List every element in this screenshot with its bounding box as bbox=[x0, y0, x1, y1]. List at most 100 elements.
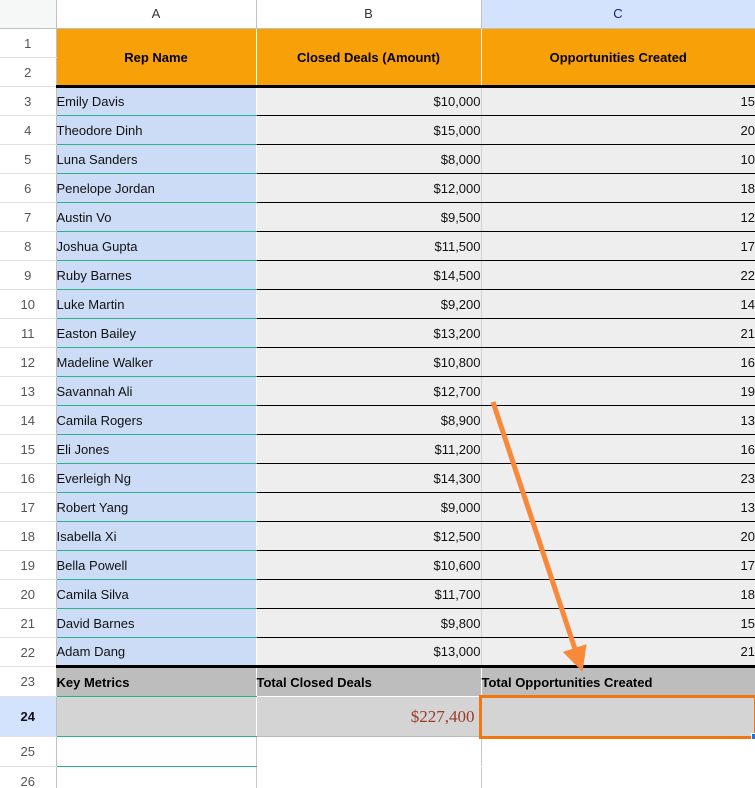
row-header-10[interactable]: 10 bbox=[0, 289, 57, 319]
header-cell-closed-deals[interactable]: Closed Deals (Amount) bbox=[256, 28, 482, 88]
cell-rep-name[interactable]: Ruby Barnes bbox=[56, 260, 257, 290]
cell-rep-name[interactable]: Isabella Xi bbox=[56, 521, 257, 551]
cell-rep-name[interactable]: Camila Silva bbox=[56, 579, 257, 609]
cell-opportunities[interactable]: 10 bbox=[481, 144, 755, 174]
cell-opportunities[interactable]: 22 bbox=[481, 260, 755, 290]
cell-closed-deals[interactable]: $13,200 bbox=[256, 318, 482, 348]
cell-rep-name[interactable]: Emily Davis bbox=[56, 86, 257, 116]
row-header-18[interactable]: 18 bbox=[0, 521, 57, 551]
cell-closed-deals[interactable]: $11,500 bbox=[256, 231, 482, 261]
row-header-2[interactable]: 2 bbox=[0, 57, 57, 87]
cell-opportunities[interactable]: 13 bbox=[481, 405, 755, 435]
row-header-6[interactable]: 6 bbox=[0, 173, 57, 203]
cell-rep-name[interactable]: Austin Vo bbox=[56, 202, 257, 232]
cell-closed-deals[interactable]: $11,700 bbox=[256, 579, 482, 609]
cell-total-opportunities-value[interactable] bbox=[481, 696, 755, 737]
cell-opportunities[interactable]: 19 bbox=[481, 376, 755, 406]
row-header-26[interactable]: 26 bbox=[0, 766, 57, 788]
cell-total-closed-deals-value[interactable]: $227,400 bbox=[256, 696, 482, 737]
row-header-11[interactable]: 11 bbox=[0, 318, 57, 348]
cell-opportunities[interactable]: 13 bbox=[481, 492, 755, 522]
header-cell-opportunities-created[interactable]: Opportunities Created bbox=[481, 28, 755, 88]
cell-closed-deals[interactable]: $8,900 bbox=[256, 405, 482, 435]
cell-rep-name[interactable]: Joshua Gupta bbox=[56, 231, 257, 261]
cell-rep-name[interactable]: Eli Jones bbox=[56, 434, 257, 464]
row-header-13[interactable]: 13 bbox=[0, 376, 57, 406]
cell-closed-deals[interactable]: $13,000 bbox=[256, 637, 482, 667]
cell-key-metrics-label[interactable]: Key Metrics bbox=[56, 665, 257, 697]
cell-closed-deals[interactable]: $9,800 bbox=[256, 608, 482, 638]
row-header-4[interactable]: 4 bbox=[0, 115, 57, 145]
cell-opportunities[interactable]: 21 bbox=[481, 318, 755, 348]
select-all-corner[interactable] bbox=[0, 0, 57, 29]
cell-rep-name[interactable]: Penelope Jordan bbox=[56, 173, 257, 203]
row-header-9[interactable]: 9 bbox=[0, 260, 57, 290]
cell-opportunities[interactable]: 17 bbox=[481, 550, 755, 580]
row-header-22[interactable]: 22 bbox=[0, 637, 57, 667]
cell-rep-name[interactable]: Savannah Ali bbox=[56, 376, 257, 406]
row-header-5[interactable]: 5 bbox=[0, 144, 57, 174]
blank-cell-a[interactable] bbox=[56, 736, 257, 767]
row-header-25[interactable]: 25 bbox=[0, 736, 57, 767]
blank-cell-b[interactable] bbox=[256, 736, 482, 767]
row-header-3[interactable]: 3 bbox=[0, 86, 57, 116]
row-header-16[interactable]: 16 bbox=[0, 463, 57, 493]
row-header-24[interactable]: 24 bbox=[0, 696, 57, 737]
cell-closed-deals[interactable]: $14,500 bbox=[256, 260, 482, 290]
cell-total-closed-deals-label[interactable]: Total Closed Deals bbox=[256, 665, 482, 697]
cell-closed-deals[interactable]: $15,000 bbox=[256, 115, 482, 145]
cell-opportunities[interactable]: 18 bbox=[481, 173, 755, 203]
cell-closed-deals[interactable]: $12,000 bbox=[256, 173, 482, 203]
cell-closed-deals[interactable]: $10,800 bbox=[256, 347, 482, 377]
cell-opportunities[interactable]: 20 bbox=[481, 115, 755, 145]
cell-opportunities[interactable]: 16 bbox=[481, 347, 755, 377]
blank-cell-b[interactable] bbox=[256, 766, 482, 788]
cell-rep-name[interactable]: Madeline Walker bbox=[56, 347, 257, 377]
blank-cell-c[interactable] bbox=[481, 736, 755, 767]
row-header-20[interactable]: 20 bbox=[0, 579, 57, 609]
cell-opportunities[interactable]: 21 bbox=[481, 637, 755, 667]
cell-opportunities[interactable]: 14 bbox=[481, 289, 755, 319]
row-header-14[interactable]: 14 bbox=[0, 405, 57, 435]
cell-rep-name[interactable]: Luke Martin bbox=[56, 289, 257, 319]
row-header-19[interactable]: 19 bbox=[0, 550, 57, 580]
cell-rep-name[interactable]: Luna Sanders bbox=[56, 144, 257, 174]
cell-totals-blank[interactable] bbox=[56, 696, 257, 737]
cell-rep-name[interactable]: Theodore Dinh bbox=[56, 115, 257, 145]
cell-closed-deals[interactable]: $11,200 bbox=[256, 434, 482, 464]
blank-cell-a[interactable] bbox=[56, 766, 257, 788]
row-header-1[interactable]: 1 bbox=[0, 28, 57, 58]
cell-rep-name[interactable]: Adam Dang bbox=[56, 637, 257, 667]
cell-closed-deals[interactable]: $10,000 bbox=[256, 86, 482, 116]
row-header-17[interactable]: 17 bbox=[0, 492, 57, 522]
cell-closed-deals[interactable]: $10,600 bbox=[256, 550, 482, 580]
cell-rep-name[interactable]: Camila Rogers bbox=[56, 405, 257, 435]
cell-closed-deals[interactable]: $12,700 bbox=[256, 376, 482, 406]
cell-opportunities[interactable]: 17 bbox=[481, 231, 755, 261]
column-header-c[interactable]: C bbox=[481, 0, 755, 29]
cell-closed-deals[interactable]: $9,500 bbox=[256, 202, 482, 232]
row-header-23[interactable]: 23 bbox=[0, 666, 57, 697]
cell-opportunities[interactable]: 15 bbox=[481, 608, 755, 638]
cell-rep-name[interactable]: Easton Bailey bbox=[56, 318, 257, 348]
cell-rep-name[interactable]: Bella Powell bbox=[56, 550, 257, 580]
cell-total-opportunities-label[interactable]: Total Opportunities Created bbox=[481, 665, 755, 697]
row-header-21[interactable]: 21 bbox=[0, 608, 57, 638]
cell-closed-deals[interactable]: $12,500 bbox=[256, 521, 482, 551]
cell-rep-name[interactable]: Robert Yang bbox=[56, 492, 257, 522]
blank-cell-c[interactable] bbox=[481, 766, 755, 788]
cell-opportunities[interactable]: 23 bbox=[481, 463, 755, 493]
row-header-15[interactable]: 15 bbox=[0, 434, 57, 464]
column-header-b[interactable]: B bbox=[256, 0, 482, 29]
cell-opportunities[interactable]: 15 bbox=[481, 86, 755, 116]
column-header-a[interactable]: A bbox=[56, 0, 257, 29]
cell-closed-deals[interactable]: $8,000 bbox=[256, 144, 482, 174]
cell-rep-name[interactable]: David Barnes bbox=[56, 608, 257, 638]
row-header-12[interactable]: 12 bbox=[0, 347, 57, 377]
row-header-8[interactable]: 8 bbox=[0, 231, 57, 261]
cell-closed-deals[interactable]: $14,300 bbox=[256, 463, 482, 493]
cell-opportunities[interactable]: 20 bbox=[481, 521, 755, 551]
row-header-7[interactable]: 7 bbox=[0, 202, 57, 232]
cell-rep-name[interactable]: Everleigh Ng bbox=[56, 463, 257, 493]
cell-closed-deals[interactable]: $9,200 bbox=[256, 289, 482, 319]
